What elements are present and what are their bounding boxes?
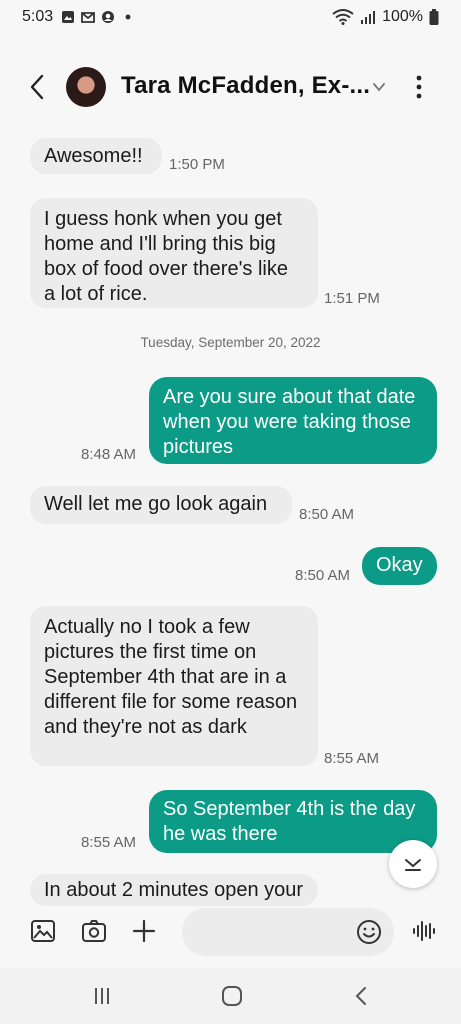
home-icon[interactable] xyxy=(220,984,244,1008)
date-separator: Tuesday, September 20, 2022 xyxy=(140,335,321,350)
messages-screen: 5:03 100% Tara McFadden, Ex-... Awesome!… xyxy=(0,0,461,1024)
message-time: 8:55 AM xyxy=(324,750,380,767)
signal-icon xyxy=(361,11,376,24)
dot-icon xyxy=(125,14,131,20)
chevron-down-icon[interactable] xyxy=(372,80,386,94)
message-bubble-outgoing[interactable]: Are you sure about that date when you we… xyxy=(149,377,437,464)
app-notification-icon xyxy=(102,11,115,23)
contact-name[interactable]: Tara McFadden, Ex-... xyxy=(121,72,370,100)
gallery-notification-icon xyxy=(62,11,75,23)
nav-back-icon[interactable] xyxy=(350,984,374,1008)
message-bubble-incoming[interactable]: Actually no I took a few pictures the fi… xyxy=(30,606,318,766)
gallery-icon[interactable] xyxy=(30,918,56,944)
recents-icon[interactable] xyxy=(90,984,114,1008)
message-time: 1:50 PM xyxy=(169,156,225,173)
emoji-icon[interactable] xyxy=(356,919,382,945)
message-time: 8:50 AM xyxy=(295,567,351,584)
mail-notification-icon xyxy=(81,12,96,23)
message-bubble-outgoing[interactable]: So September 4th is the day he was there xyxy=(149,790,437,853)
message-bubble-incoming[interactable]: Awesome!! xyxy=(30,138,162,174)
compose-bar xyxy=(0,906,461,958)
message-time: 8:50 AM xyxy=(299,506,355,523)
message-bubble-incoming[interactable]: Well let me go look again xyxy=(30,486,292,524)
message-bubble-outgoing[interactable]: Okay xyxy=(362,547,437,585)
more-vert-icon[interactable] xyxy=(411,74,427,100)
message-bubble-incoming[interactable]: I guess honk when you get home and I'll … xyxy=(30,198,318,308)
conversation-header: Tara McFadden, Ex-... xyxy=(0,58,461,116)
scroll-down-button[interactable] xyxy=(389,840,437,888)
message-input[interactable] xyxy=(182,908,394,956)
battery-icon xyxy=(429,9,439,25)
battery-percent: 100% xyxy=(382,8,423,25)
back-arrow-icon[interactable] xyxy=(24,72,52,102)
chevron-down-icon xyxy=(405,859,421,871)
status-bar: 5:03 100% xyxy=(0,0,461,34)
system-nav-bar xyxy=(0,968,461,1024)
wifi-icon xyxy=(332,9,354,25)
plus-icon[interactable] xyxy=(131,918,157,944)
message-time: 8:55 AM xyxy=(81,834,137,851)
contact-avatar[interactable] xyxy=(66,67,106,107)
message-time: 1:51 PM xyxy=(324,290,380,307)
message-time: 8:48 AM xyxy=(81,446,137,463)
voice-wave-icon[interactable] xyxy=(411,918,437,944)
message-bubble-incoming[interactable]: In about 2 minutes open your back door xyxy=(30,874,318,906)
camera-icon[interactable] xyxy=(81,918,107,944)
status-time: 5:03 xyxy=(22,8,54,25)
